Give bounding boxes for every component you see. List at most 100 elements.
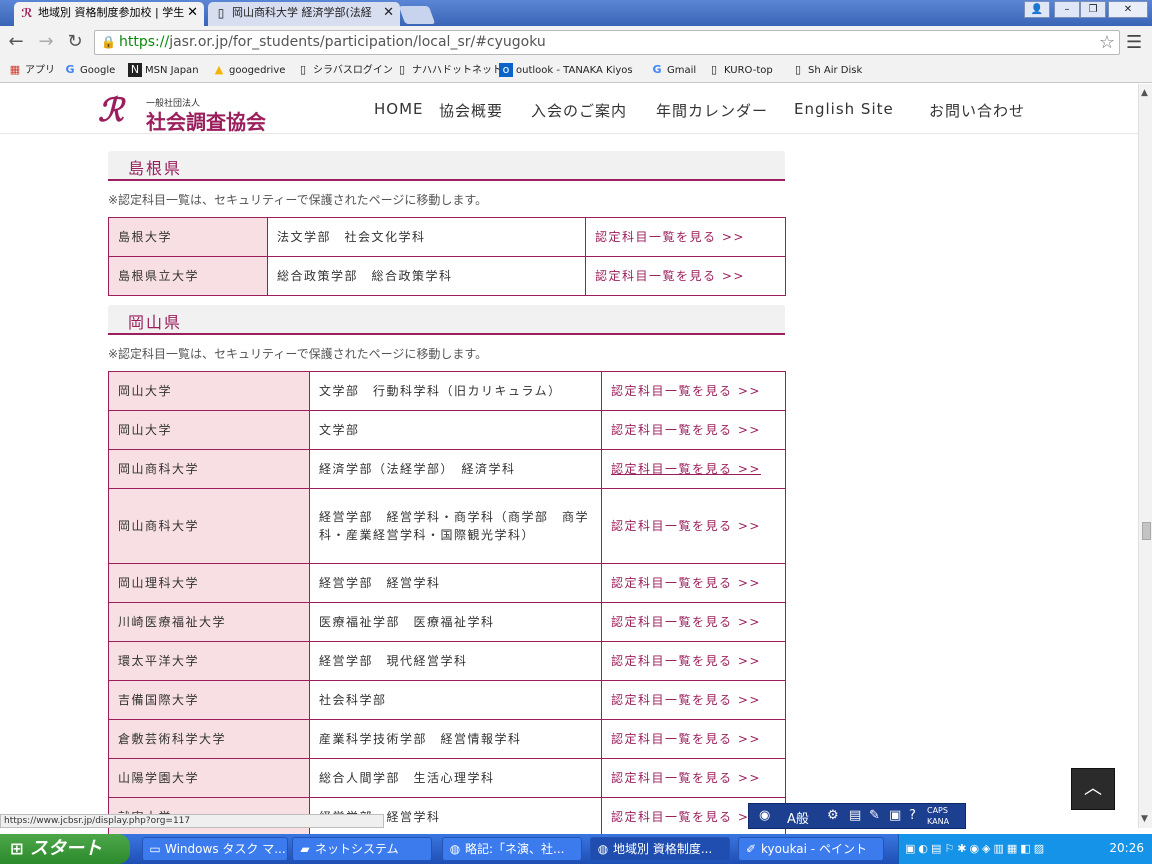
windows-taskbar: ⊞ スタート ▭ Windows タスク マ... ▰ ネットシステム ◍ 略記:「ネ演…: [0, 834, 1152, 864]
university-name: 山陽学園大学: [108, 758, 310, 798]
ime-help-icon[interactable]: ?: [909, 808, 916, 823]
ime-language-bar[interactable]: ◉ A般 ⚙ ▤ ✎ ▣ ? CAPS KANA: [748, 803, 966, 829]
table-row: 岡山商科大学 経営学部 経営学科・商学科（商学部 商学科・産業経営学科・国際観光…: [108, 488, 786, 564]
university-table-shimane: 島根大学 法文学部 社会文化学科 認定科目一覧を見る >> 島根県立大学 総合政…: [108, 217, 786, 296]
back-arrow-icon[interactable]: ←: [6, 32, 26, 52]
view-courses-link[interactable]: 認定科目一覧を見る >>: [601, 488, 786, 564]
kana-indicator: KANA: [927, 817, 950, 826]
table-row: 吉備国際大学 社会科学部 認定科目一覧を見る >>: [108, 680, 786, 720]
bookmark-gmail[interactable]: G Gmail: [650, 63, 696, 79]
site-header: ℛ 一般社団法人 社会調査協会 HOME 協会概要 入会のご案内 年間カレンダー…: [0, 84, 1138, 134]
view-courses-link[interactable]: 認定科目一覧を見る >>: [601, 719, 786, 759]
view-courses-link[interactable]: 認定科目一覧を見る >>: [585, 256, 786, 296]
chrome-menu-icon[interactable]: ☰: [1126, 32, 1142, 53]
department: 社会科学部: [309, 680, 602, 720]
bookmark-msn[interactable]: N MSN Japan: [128, 63, 199, 79]
department: 経営学部 現代経営学科: [309, 641, 602, 681]
table-row: 島根県立大学 総合政策学部 総合政策学科 認定科目一覧を見る >>: [108, 256, 786, 296]
nav-english[interactable]: English Site: [794, 100, 894, 118]
ime-dictionary-icon[interactable]: ▤: [849, 808, 861, 823]
nav-membership[interactable]: 入会のご案内: [531, 100, 627, 121]
task-net-system[interactable]: ▰ ネットシステム: [292, 837, 432, 861]
view-courses-link[interactable]: 認定科目一覧を見る >>: [601, 602, 786, 642]
bookmark-apps[interactable]: ▦ アプリ: [8, 63, 55, 79]
ime-tool-icon[interactable]: ✎: [869, 808, 880, 823]
task-windows-task-manager[interactable]: ▭ Windows タスク マ...: [142, 837, 288, 861]
user-icon[interactable]: 👤: [1024, 1, 1050, 18]
tray-icons[interactable]: ▣◐▤⚐✱◉◈▥▦◧▨: [905, 842, 1047, 855]
scroll-up-arrow-icon[interactable]: ▲: [1141, 88, 1148, 98]
university-name: 岡山商科大学: [108, 449, 310, 489]
tab-inactive[interactable]: ▯ 岡山商科大学 経済学部(法経 ✕: [208, 2, 400, 26]
university-name: 吉備国際大学: [108, 680, 310, 720]
back-to-top-button[interactable]: ︿: [1071, 768, 1115, 810]
nav-about[interactable]: 協会概要: [439, 100, 503, 121]
bookmark-label: Google: [80, 65, 116, 76]
view-courses-link[interactable]: 認定科目一覧を見る >>: [601, 680, 786, 720]
view-courses-link[interactable]: 認定科目一覧を見る >>: [601, 641, 786, 681]
university-table-okayama: 岡山大学 文学部 行動科学科（旧カリキュラム） 認定科目一覧を見る >> 岡山大…: [108, 371, 786, 837]
bookmark-google[interactable]: G Google: [63, 63, 115, 79]
scroll-down-arrow-icon[interactable]: ▼: [1141, 814, 1148, 824]
university-name: 川崎医療福祉大学: [108, 602, 310, 642]
task-paint[interactable]: ✐ kyoukai - ペイント: [738, 837, 884, 861]
browser-tab-strip: ℛ 地域別 資格制度参加校 | 学生 ✕ ▯ 岡山商科大学 経済学部(法経 ✕ …: [0, 0, 1152, 26]
ime-pad-icon[interactable]: ⚙: [827, 808, 839, 823]
task-label: 略記:「ネ演、社...: [465, 842, 565, 856]
view-courses-link[interactable]: 認定科目一覧を見る >>: [601, 371, 786, 411]
department: 産業科学技術学部 経営情報学科: [309, 719, 602, 759]
bookmark-label: シラバスログイン: [313, 65, 393, 76]
university-name: 岡山理科大学: [108, 563, 310, 603]
scrollbar-thumb[interactable]: [1142, 522, 1151, 540]
page-scrollbar[interactable]: ▲ ▼: [1138, 84, 1152, 828]
prefecture-title: 島根県: [128, 159, 183, 178]
university-name: 岡山商科大学: [108, 488, 310, 564]
address-bar[interactable]: 🔒 https://jasr.or.jp/for_students/partic…: [94, 30, 1120, 55]
maximize-button[interactable]: ❐: [1080, 1, 1106, 18]
department: 文学部 行動科学科（旧カリキュラム）: [309, 371, 602, 411]
nav-home[interactable]: HOME: [374, 100, 424, 118]
table-row: 岡山理科大学 経営学部 経営学科 認定科目一覧を見る >>: [108, 563, 786, 603]
task-label: kyoukai - ペイント: [761, 842, 867, 856]
logo-name[interactable]: 社会調査協会: [146, 106, 266, 135]
bookmark-label: KURO-top: [724, 65, 773, 76]
tab-active[interactable]: ℛ 地域別 資格制度参加校 | 学生 ✕: [14, 2, 204, 26]
google-icon: G: [65, 63, 75, 76]
nav-contact[interactable]: お問い合わせ: [929, 100, 1025, 121]
caps-indicator: CAPS: [927, 806, 948, 815]
bookmark-syllabus[interactable]: ▯ シラバスログイン: [296, 63, 393, 79]
view-courses-link[interactable]: 認定科目一覧を見る >>: [585, 217, 786, 257]
jasr-logo-icon[interactable]: ℛ: [98, 94, 124, 126]
bookmark-googledrive[interactable]: ▲ googedrive: [212, 63, 286, 79]
close-tab-icon[interactable]: ✕: [187, 2, 198, 24]
task-chrome-active[interactable]: ◍ 地域別 資格制度...: [590, 837, 730, 861]
google-icon: G: [652, 63, 662, 76]
view-courses-link-hovered[interactable]: 認定科目一覧を見る >>: [601, 449, 786, 489]
close-tab-icon[interactable]: ✕: [383, 2, 394, 24]
bookmark-star-icon[interactable]: ☆: [1099, 32, 1115, 53]
close-window-button[interactable]: ✕: [1108, 1, 1148, 18]
ime-icon[interactable]: ◉: [759, 808, 770, 823]
view-courses-link[interactable]: 認定科目一覧を見る >>: [601, 758, 786, 798]
clock[interactable]: 20:26: [1109, 841, 1144, 855]
view-courses-link[interactable]: 認定科目一覧を見る >>: [601, 563, 786, 603]
task-chrome-ryakki[interactable]: ◍ 略記:「ネ演、社...: [442, 837, 582, 861]
new-tab-button[interactable]: [398, 6, 436, 24]
minimize-button[interactable]: –: [1054, 1, 1080, 18]
reload-icon[interactable]: ↻: [65, 32, 85, 52]
bookmark-outlook[interactable]: o outlook - TANAKA Kiyos: [499, 63, 633, 79]
link-text[interactable]: 認定科目一覧を見る >>: [611, 462, 761, 476]
apps-icon: ▦: [9, 63, 21, 76]
view-courses-link[interactable]: 認定科目一覧を見る >>: [601, 410, 786, 450]
bookmark-sh-air-disk[interactable]: ▯ Sh Air Disk: [791, 63, 862, 79]
ime-mode[interactable]: A般: [787, 808, 809, 827]
ime-properties-icon[interactable]: ▣: [889, 808, 901, 823]
bookmark-kuro-top[interactable]: ▯ KURO-top: [707, 63, 773, 79]
drive-icon: ▲: [214, 63, 224, 76]
task-label: Windows タスク マ...: [165, 842, 286, 856]
university-name: 倉敷芸術科学大学: [108, 719, 310, 759]
forward-arrow-icon[interactable]: →: [36, 32, 56, 52]
start-button[interactable]: ⊞ スタート: [0, 834, 130, 864]
bookmark-nahaha[interactable]: ▯ ナハハドットネット: [395, 63, 502, 79]
nav-calendar[interactable]: 年間カレンダー: [656, 100, 768, 121]
